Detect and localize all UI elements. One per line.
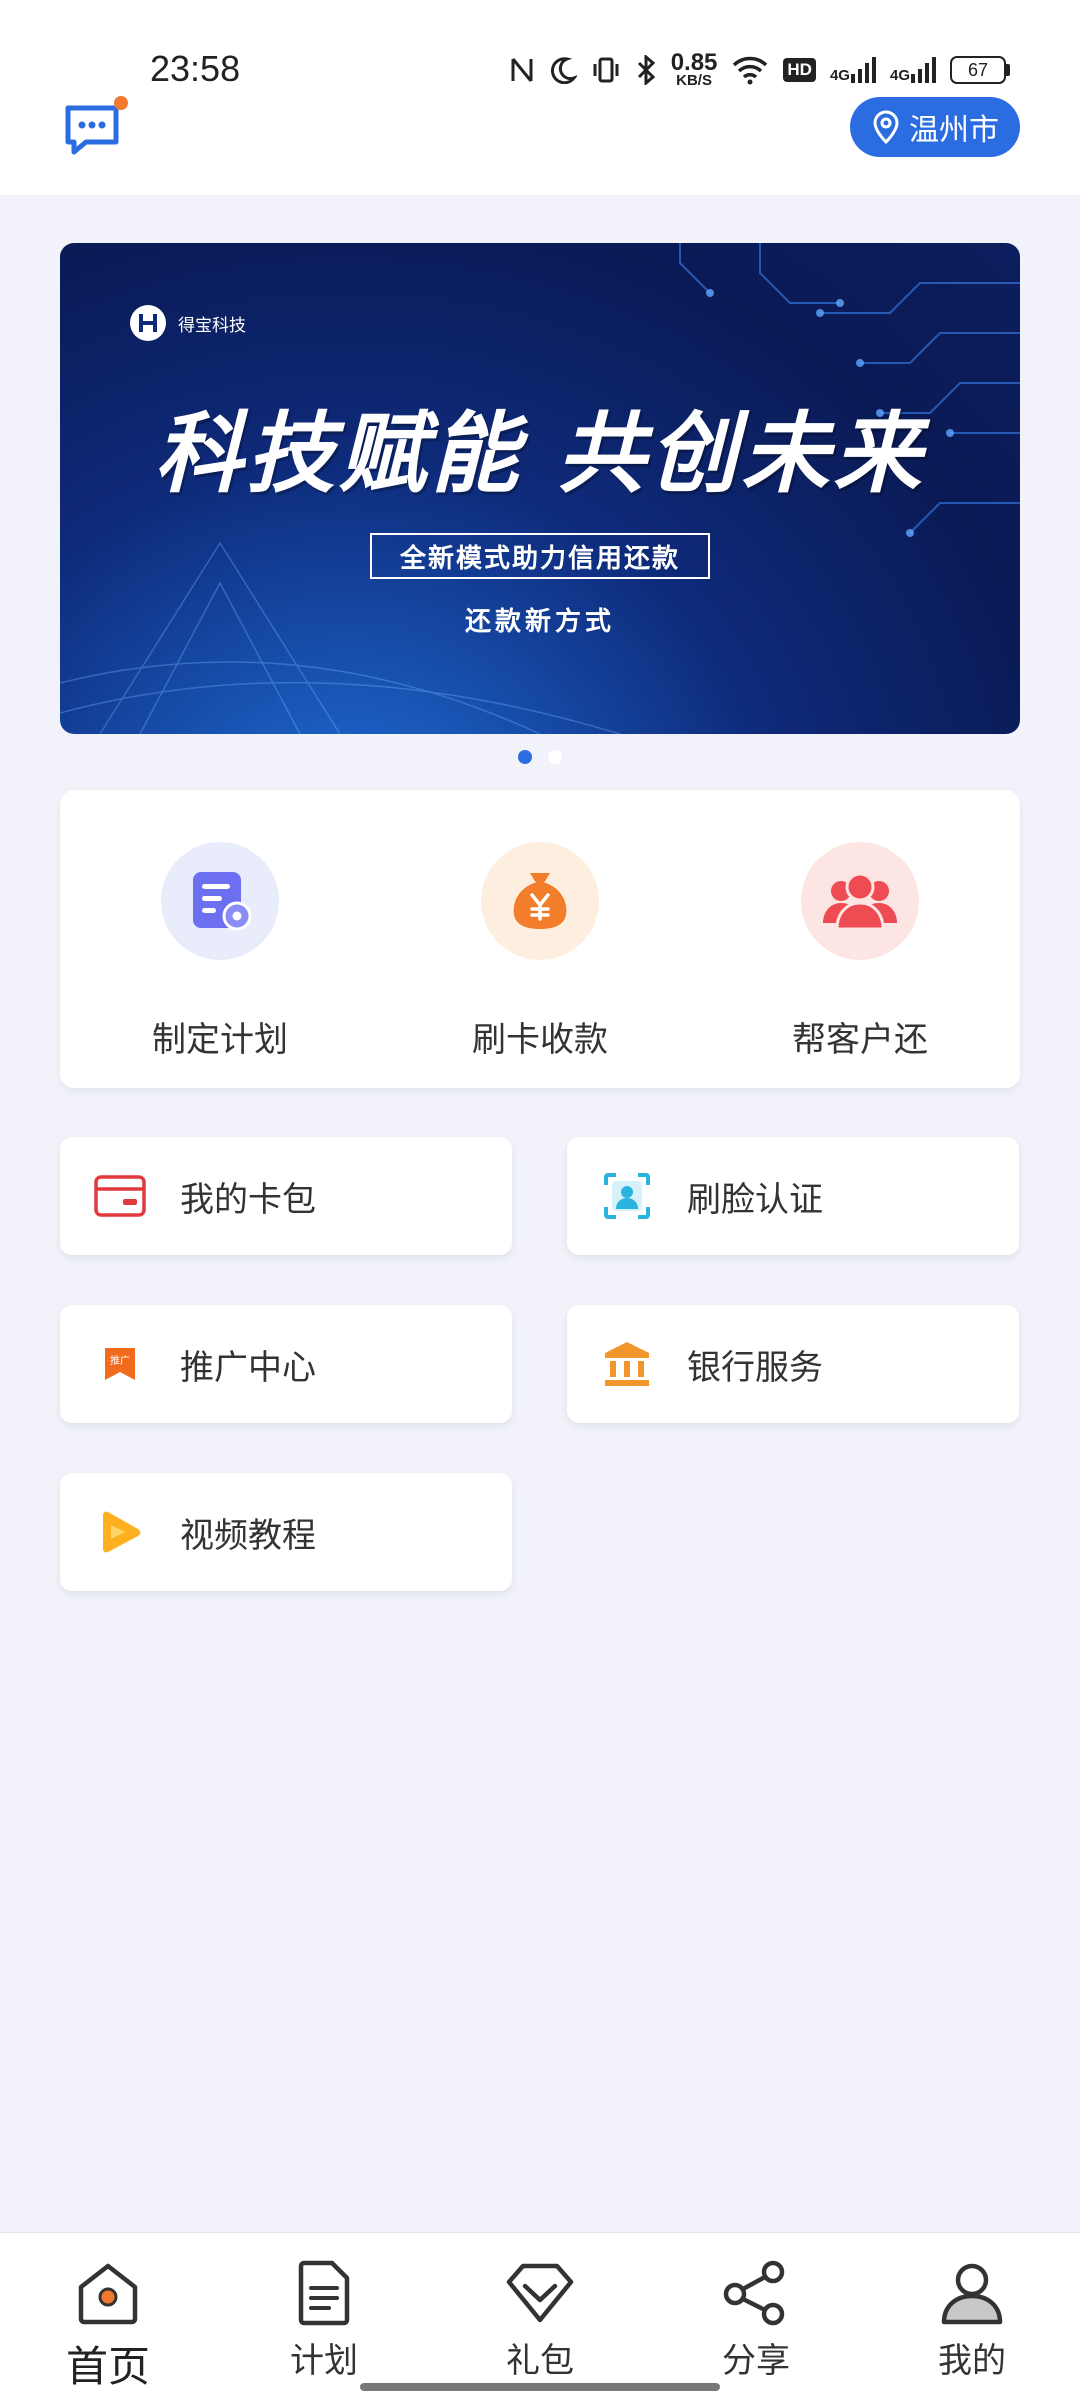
message-button[interactable] [62, 100, 122, 160]
nav-profile[interactable]: 我的 [864, 2233, 1080, 2400]
plan-icon [161, 842, 279, 960]
hd-badge: HD [783, 58, 816, 82]
unread-dot [114, 96, 128, 110]
bluetooth-icon [635, 50, 657, 90]
home-icon [72, 2257, 144, 2329]
nav-gift[interactable]: 礼包 [432, 2233, 648, 2400]
signal-4g-1: 4G [830, 56, 876, 84]
service-card-wallet[interactable]: 我的卡包 [60, 1137, 512, 1255]
service-card-promotion[interactable]: 推广 推广中心 [60, 1305, 512, 1423]
carousel-dot[interactable] [548, 750, 562, 764]
users-icon [801, 842, 919, 960]
status-time: 23:58 [150, 48, 241, 89]
video-play-icon [90, 1502, 150, 1562]
promo-banner[interactable]: 得宝科技 科技赋能 共创未来 全新模式助力信用还款 还款新方式 [60, 243, 1020, 734]
nav-home[interactable]: 首页 [0, 2233, 216, 2400]
quick-action-help-repay[interactable]: 帮客户还 [700, 790, 1020, 1088]
vibrate-icon [591, 50, 621, 90]
nav-plan[interactable]: 计划 [216, 2233, 432, 2400]
city-selector[interactable]: 温州市 [850, 97, 1020, 157]
banner-headline: 科技赋能 共创未来 [154, 401, 926, 505]
quick-action-plan[interactable]: 制定计划 [60, 790, 380, 1088]
document-icon [288, 2257, 360, 2329]
money-bag-icon [481, 842, 599, 960]
battery-indicator: 67 [950, 56, 1010, 84]
home-indicator [360, 2383, 720, 2391]
bank-icon [597, 1334, 657, 1394]
gift-diamond-icon [504, 2257, 576, 2329]
net-speed: 0.85 KB/S [670, 49, 718, 90]
promo-flag-text: 推广 [110, 1354, 130, 1367]
wifi-icon [731, 50, 769, 90]
service-card-face-auth[interactable]: 刷脸认证 [567, 1137, 1019, 1255]
share-icon [720, 2257, 792, 2329]
nfc-icon [509, 50, 535, 90]
service-card-video[interactable]: 视频教程 [60, 1473, 512, 1591]
promo-flag-icon: 推广 [90, 1334, 150, 1394]
profile-icon [936, 2257, 1008, 2329]
brand-logo: 得宝科技 [130, 305, 246, 341]
card-wallet-icon [90, 1166, 150, 1226]
quick-actions: 制定计划 刷卡收款 帮客户还 [60, 790, 1020, 1088]
signal-4g-2: 4G [890, 56, 936, 84]
brand-name: 得宝科技 [178, 315, 246, 336]
service-card-bank[interactable]: 银行服务 [567, 1305, 1019, 1423]
top-bar: 23:58 0.85 KB/S HD 4G 4G 67 温州市 [0, 0, 1080, 195]
face-id-icon [597, 1166, 657, 1226]
status-icons: 0.85 KB/S HD 4G 4G 67 [509, 50, 1010, 90]
bottom-nav: 首页 计划 礼包 分享 我的 [0, 2232, 1080, 2400]
chat-bubble-icon [65, 105, 119, 155]
banner-tagline: 还款新方式 [464, 607, 615, 637]
location-pin-icon [873, 110, 899, 144]
banner-subtitle: 全新模式助力信用还款 [370, 533, 710, 579]
carousel-indicator [0, 750, 1080, 764]
brand-mark-icon [130, 305, 166, 341]
nav-share[interactable]: 分享 [648, 2233, 864, 2400]
quick-action-card-payment[interactable]: 刷卡收款 [380, 790, 700, 1088]
carousel-dot-active[interactable] [518, 750, 532, 764]
city-label: 温州市 [909, 113, 999, 148]
moon-icon [549, 50, 577, 90]
